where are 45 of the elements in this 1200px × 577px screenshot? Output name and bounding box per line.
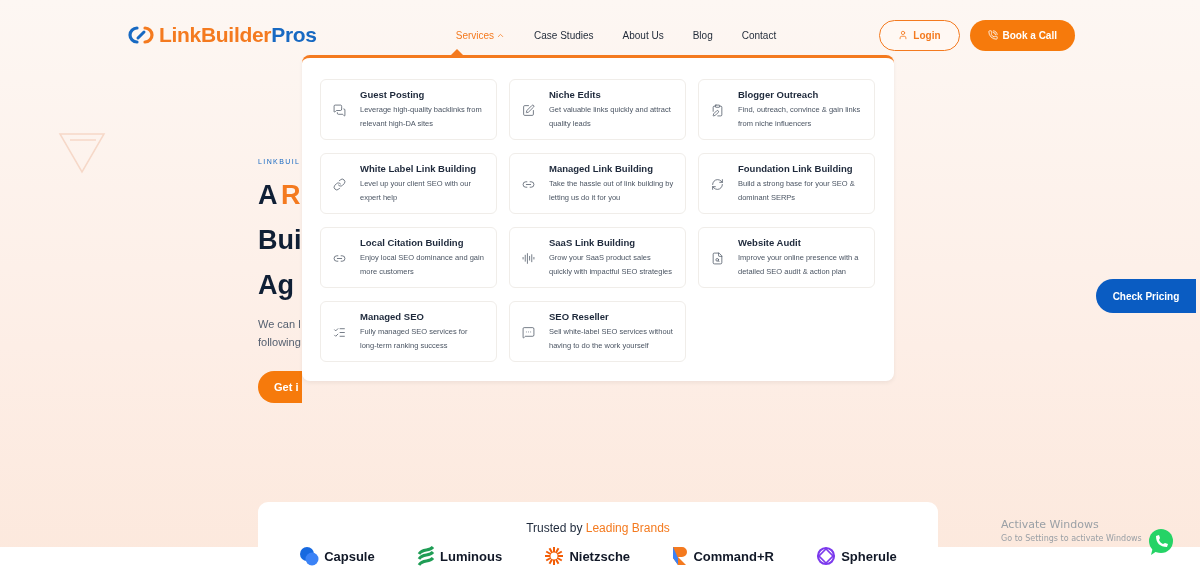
nav-link[interactable]: Case Studies	[534, 29, 594, 41]
brand-name: Nietzsche	[569, 548, 631, 564]
brand-name: Command+R	[693, 548, 774, 564]
hero-heading: A R Bui Ag	[258, 179, 302, 302]
file-search-icon	[711, 251, 724, 265]
nav-link[interactable]: About Us	[622, 29, 664, 41]
logo-text: LinkBuilderPros	[159, 23, 317, 47]
service-title: Foundation Link Building	[738, 163, 854, 174]
chat-bubble-icon	[522, 325, 535, 339]
activation-title: Activate Windows	[1001, 518, 1100, 531]
nav-link[interactable]: Blog	[692, 29, 713, 41]
service-title: SEO Reseller	[549, 311, 610, 322]
clipboard-pen-icon	[711, 103, 724, 117]
audio-lines-icon	[522, 251, 535, 265]
brand-name: Spherule	[841, 548, 897, 564]
brand-name: Luminous	[440, 548, 503, 564]
refresh-icon	[711, 177, 724, 191]
service-title: Website Audit	[738, 237, 802, 248]
link-icon	[333, 177, 346, 191]
checklist-icon	[333, 325, 346, 339]
service-title: White Label Link Building	[360, 163, 478, 174]
service-title: Managed Link Building	[549, 163, 654, 174]
chat-bubbles-icon	[333, 103, 346, 117]
nav-link[interactable]: Contact	[741, 29, 777, 41]
logo-icon	[127, 25, 155, 45]
service-title: Managed SEO	[360, 311, 425, 322]
service-title: Local Citation Building	[360, 237, 465, 248]
phone-icon	[987, 30, 998, 40]
ribbon-icon	[672, 546, 689, 566]
pen-square-icon	[522, 103, 535, 117]
brand-name: Capsule	[324, 548, 375, 564]
brands-heading: Trusted by Leading Brands	[526, 521, 670, 535]
stripes-icon	[417, 546, 435, 566]
circles-icon	[299, 546, 320, 566]
service-title: Blogger Outreach	[738, 89, 820, 100]
sunburst-icon	[544, 546, 565, 566]
service-title: Niche Edits	[549, 89, 602, 100]
check-pricing-button[interactable]: Check Pricing	[1096, 279, 1196, 313]
ring-icon	[816, 546, 837, 566]
service-title: SaaS Link Building	[549, 237, 637, 248]
activation-subtitle: Go to Settings to activate Windows	[1001, 534, 1142, 543]
whatsapp-icon[interactable]	[1146, 527, 1176, 557]
hero-paragraph: We can l following	[258, 317, 301, 350]
service-title: Guest Posting	[360, 89, 426, 100]
user-icon	[898, 30, 909, 40]
